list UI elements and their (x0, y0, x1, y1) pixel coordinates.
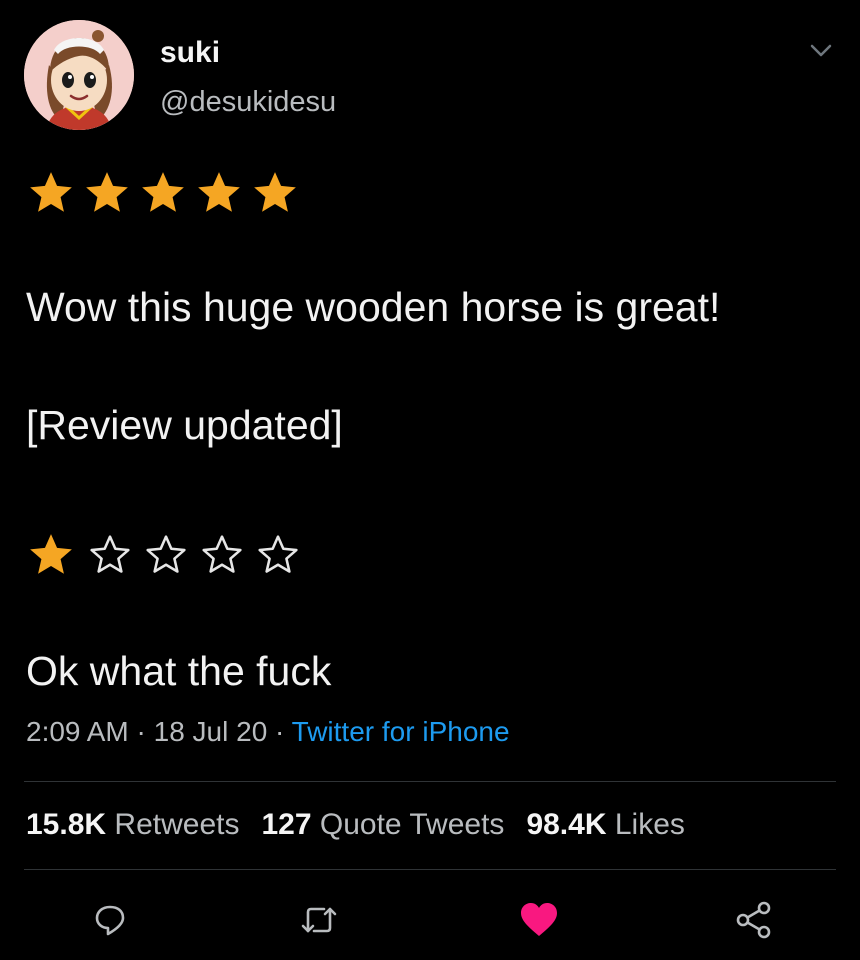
tweet-date[interactable]: 18 Jul 20 (154, 716, 268, 747)
divider (24, 781, 836, 782)
avatar-illustration (24, 20, 134, 130)
avatar[interactable] (24, 20, 134, 130)
divider (24, 869, 836, 870)
star-filled-icon (30, 172, 72, 212)
likes-label: Likes (614, 808, 685, 841)
tweet-metadata: 2:09 AM · 18 Jul 20 · Twitter for iPhone (26, 716, 510, 748)
star-outline-icon (90, 535, 130, 573)
star-filled-icon (198, 172, 240, 212)
reply-button[interactable] (88, 898, 132, 942)
display-name[interactable]: suki (160, 36, 220, 70)
likes-stat[interactable]: 98.4K Likes (526, 808, 684, 841)
tweet-time[interactable]: 2:09 AM (26, 716, 129, 747)
share-button[interactable] (732, 898, 776, 942)
heart-icon (521, 903, 557, 936)
tweet-text-line: Ok what the fuck (26, 648, 332, 694)
share-icon (736, 901, 771, 939)
quote-tweets-stat[interactable]: 127 Quote Tweets (261, 808, 504, 841)
retweets-stat[interactable]: 15.8K Retweets (26, 808, 239, 841)
user-handle[interactable]: @desukidesu (160, 86, 336, 119)
tweet-text-line: [Review updated] (26, 402, 343, 448)
tweet-text-line: Wow this huge wooden horse is great! (26, 284, 721, 330)
meta-separator: · (128, 716, 154, 747)
star-filled-icon (30, 534, 72, 574)
star-outline-icon (146, 535, 186, 573)
star-outline-icon (202, 535, 242, 573)
rating-stars-second (26, 530, 300, 580)
quote-tweets-count: 127 (261, 808, 312, 841)
star-filled-icon (142, 172, 184, 212)
star-outline-icon (258, 535, 298, 573)
retweets-label: Retweets (114, 808, 240, 841)
quote-tweets-label: Quote Tweets (319, 808, 505, 841)
star-filled-icon (254, 172, 296, 212)
like-button[interactable] (517, 898, 561, 942)
tweet-source-link[interactable]: Twitter for iPhone (292, 716, 510, 747)
reply-icon (95, 905, 125, 936)
likes-count: 98.4K (526, 808, 607, 841)
star-filled-icon (86, 172, 128, 212)
rating-stars-first (26, 168, 300, 218)
retweets-count: 15.8K (26, 808, 107, 841)
retweet-button[interactable] (297, 898, 341, 942)
meta-separator: · (267, 716, 292, 747)
tweet-stats: 15.8K Retweets 127 Quote Tweets 98.4K Like… (26, 808, 707, 842)
retweet-icon (301, 907, 337, 933)
chevron-down-icon[interactable] (808, 40, 834, 60)
